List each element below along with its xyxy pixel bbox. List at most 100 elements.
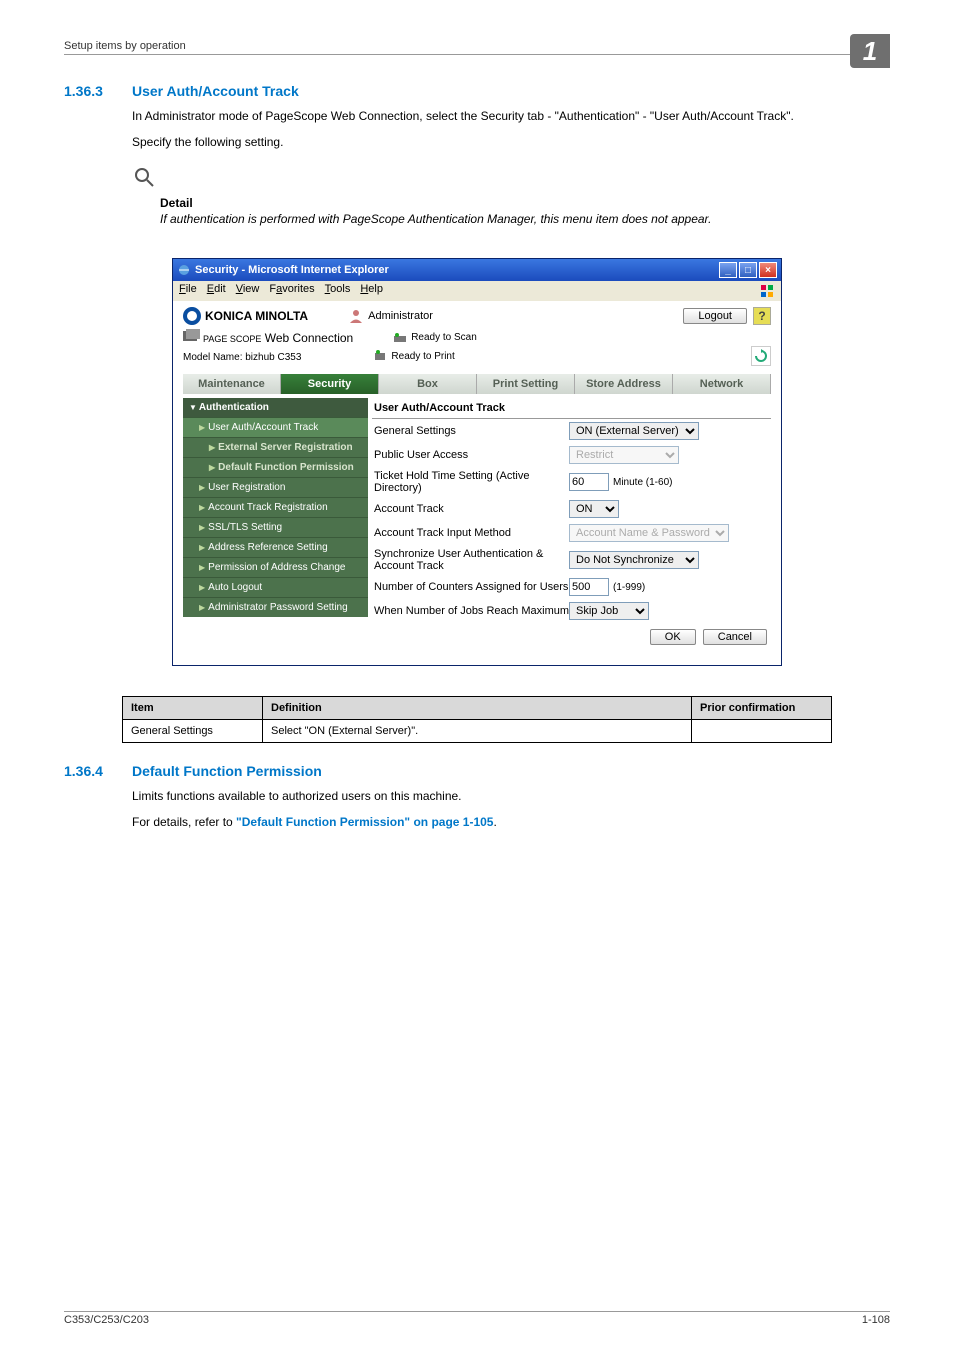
model-name: Model Name: bizhub C353: [183, 352, 301, 363]
tab-box[interactable]: Box: [379, 374, 477, 394]
magnifier-icon: [132, 165, 156, 189]
row-public-user: Public User Access Restrict: [372, 443, 771, 467]
menu-view[interactable]: View: [236, 283, 260, 299]
admin-indicator: Administrator: [348, 308, 433, 324]
section-title-2: Default Function Permission: [132, 763, 322, 779]
ie-flag-icon: [759, 283, 775, 299]
row-maxjob: When Number of Jobs Reach Maximum Skip J…: [372, 599, 771, 623]
help-button[interactable]: ?: [753, 307, 771, 325]
detail-text: If authentication is performed with Page…: [160, 210, 890, 228]
row-counters: Number of Counters Assigned for Users (1…: [372, 575, 771, 599]
row-input-method: Account Track Input Method Account Name …: [372, 521, 771, 545]
sidebar-item-auto-logout[interactable]: ▶Auto Logout: [183, 577, 368, 597]
window-minimize-button[interactable]: _: [719, 262, 737, 278]
row-sync: Synchronize User Authentication & Accoun…: [372, 545, 771, 575]
menu-edit[interactable]: Edit: [207, 283, 226, 299]
main-tabs: Maintenance Security Box Print Setting S…: [183, 374, 771, 394]
status-scan: Ready to Scan: [393, 331, 477, 345]
cell-definition: Select "ON (External Server)".: [263, 720, 692, 743]
sec2-para1: Limits functions available to authorized…: [132, 787, 890, 805]
header-prior: Prior confirmation: [692, 697, 832, 720]
refresh-button[interactable]: [751, 346, 771, 366]
label-input-method: Account Track Input Method: [374, 527, 569, 539]
intro-paragraph-1: In Administrator mode of PageScope Web C…: [132, 107, 890, 125]
input-counters[interactable]: [569, 578, 609, 596]
window-close-button[interactable]: ×: [759, 262, 777, 278]
menu-file[interactable]: File: [179, 283, 197, 299]
chapter-tab: 1: [850, 34, 890, 68]
panel-title: User Auth/Account Track: [372, 398, 771, 419]
label-ticket: Ticket Hold Time Setting (Active Directo…: [374, 470, 569, 494]
cancel-button[interactable]: Cancel: [703, 629, 767, 645]
cross-reference-link[interactable]: "Default Function Permission" on page 1-…: [236, 815, 493, 829]
product-name-row: PAGE SCOPE Web Connection Ready to Scan: [183, 329, 771, 346]
sidebar-item-user-auth[interactable]: ▶User Auth/Account Track: [183, 417, 368, 437]
ok-button[interactable]: OK: [650, 629, 696, 645]
section-number-2: 1.36.4: [64, 763, 132, 779]
label-account-track: Account Track: [374, 503, 569, 515]
menu-tools[interactable]: Tools: [325, 283, 351, 299]
header-definition: Definition: [263, 697, 692, 720]
scanner-icon: [393, 331, 407, 345]
section-number: 1.36.3: [64, 83, 132, 99]
label-general-settings: General Settings: [374, 425, 569, 437]
sidebar-item-user-registration[interactable]: ▶User Registration: [183, 477, 368, 497]
menu-favorites[interactable]: Favorites: [269, 283, 314, 299]
tab-store-address[interactable]: Store Address: [575, 374, 673, 394]
status-print: Ready to Print: [373, 349, 454, 363]
menu-help[interactable]: Help: [360, 283, 383, 299]
table-row: General Settings Select "ON (External Se…: [123, 720, 832, 743]
definition-table: Item Definition Prior confirmation Gener…: [122, 696, 832, 743]
printer-icon: [373, 349, 387, 363]
sidebar-item-default-function[interactable]: ▶Default Function Permission: [183, 457, 368, 477]
section-heading: 1.36.3 User Auth/Account Track: [64, 83, 890, 99]
browser-window: Security - Microsoft Internet Explorer _…: [172, 258, 782, 666]
browser-titlebar: Security - Microsoft Internet Explorer _…: [173, 259, 781, 281]
unit-ticket: Minute (1-60): [613, 477, 672, 488]
browser-menubar: File Edit View Favorites Tools Help: [173, 281, 781, 301]
row-ticket: Ticket Hold Time Setting (Active Directo…: [372, 467, 771, 497]
select-account-track[interactable]: ON: [569, 500, 619, 518]
browser-title: Security - Microsoft Internet Explorer: [195, 264, 717, 276]
administrator-icon: [348, 308, 364, 324]
select-general-settings[interactable]: ON (External Server): [569, 422, 699, 440]
footer-left: C353/C253/C203: [64, 1314, 149, 1326]
select-input-method: Account Name & Password: [569, 524, 729, 542]
footer-right: 1-108: [862, 1314, 890, 1326]
cell-item: General Settings: [123, 720, 263, 743]
tab-maintenance[interactable]: Maintenance: [183, 374, 281, 394]
sidebar-item-address-reference[interactable]: ▶Address Reference Setting: [183, 537, 368, 557]
tab-print-setting[interactable]: Print Setting: [477, 374, 575, 394]
sidemenu-head-authentication[interactable]: ▼Authentication: [183, 398, 368, 417]
tab-security[interactable]: Security: [281, 374, 379, 394]
running-head: Setup items by operation 1: [64, 40, 890, 55]
select-maxjob[interactable]: Skip Job: [569, 602, 649, 620]
page-footer: C353/C253/C203 1-108: [64, 1311, 890, 1326]
select-public-user: Restrict: [569, 446, 679, 464]
label-maxjob: When Number of Jobs Reach Maximum: [374, 605, 569, 617]
logout-button[interactable]: Logout: [683, 308, 747, 324]
konica-minolta-logo: KONICA MINOLTA: [183, 307, 308, 325]
brand-row: KONICA MINOLTA Administrator Logout ?: [183, 307, 771, 325]
input-ticket[interactable]: [569, 473, 609, 491]
sidebar-item-admin-password[interactable]: ▶Administrator Password Setting: [183, 597, 368, 617]
sidebar-item-external-server[interactable]: ▶External Server Registration: [183, 437, 368, 457]
window-maximize-button[interactable]: □: [739, 262, 757, 278]
detail-label: Detail: [160, 196, 890, 210]
detail-note: Detail If authentication is performed wi…: [132, 165, 890, 228]
select-sync[interactable]: Do Not Synchronize: [569, 551, 699, 569]
label-counters: Number of Counters Assigned for Users: [374, 581, 569, 593]
header-item: Item: [123, 697, 263, 720]
tab-network[interactable]: Network: [673, 374, 771, 394]
sidebar-item-ssl-tls[interactable]: ▶SSL/TLS Setting: [183, 517, 368, 537]
ie-small-icon: [177, 263, 191, 277]
sidebar-item-permission-address[interactable]: ▶Permission of Address Change: [183, 557, 368, 577]
form-panel: User Auth/Account Track General Settings…: [368, 398, 771, 649]
pagescope-logo: [183, 329, 201, 346]
intro-paragraph-2: Specify the following setting.: [132, 133, 890, 151]
unit-counters: (1-999): [613, 582, 645, 593]
km-globe-icon: [183, 307, 201, 325]
button-row: OK Cancel: [372, 623, 771, 649]
sidebar-item-account-track-reg[interactable]: ▶Account Track Registration: [183, 497, 368, 517]
table-header-row: Item Definition Prior confirmation: [123, 697, 832, 720]
